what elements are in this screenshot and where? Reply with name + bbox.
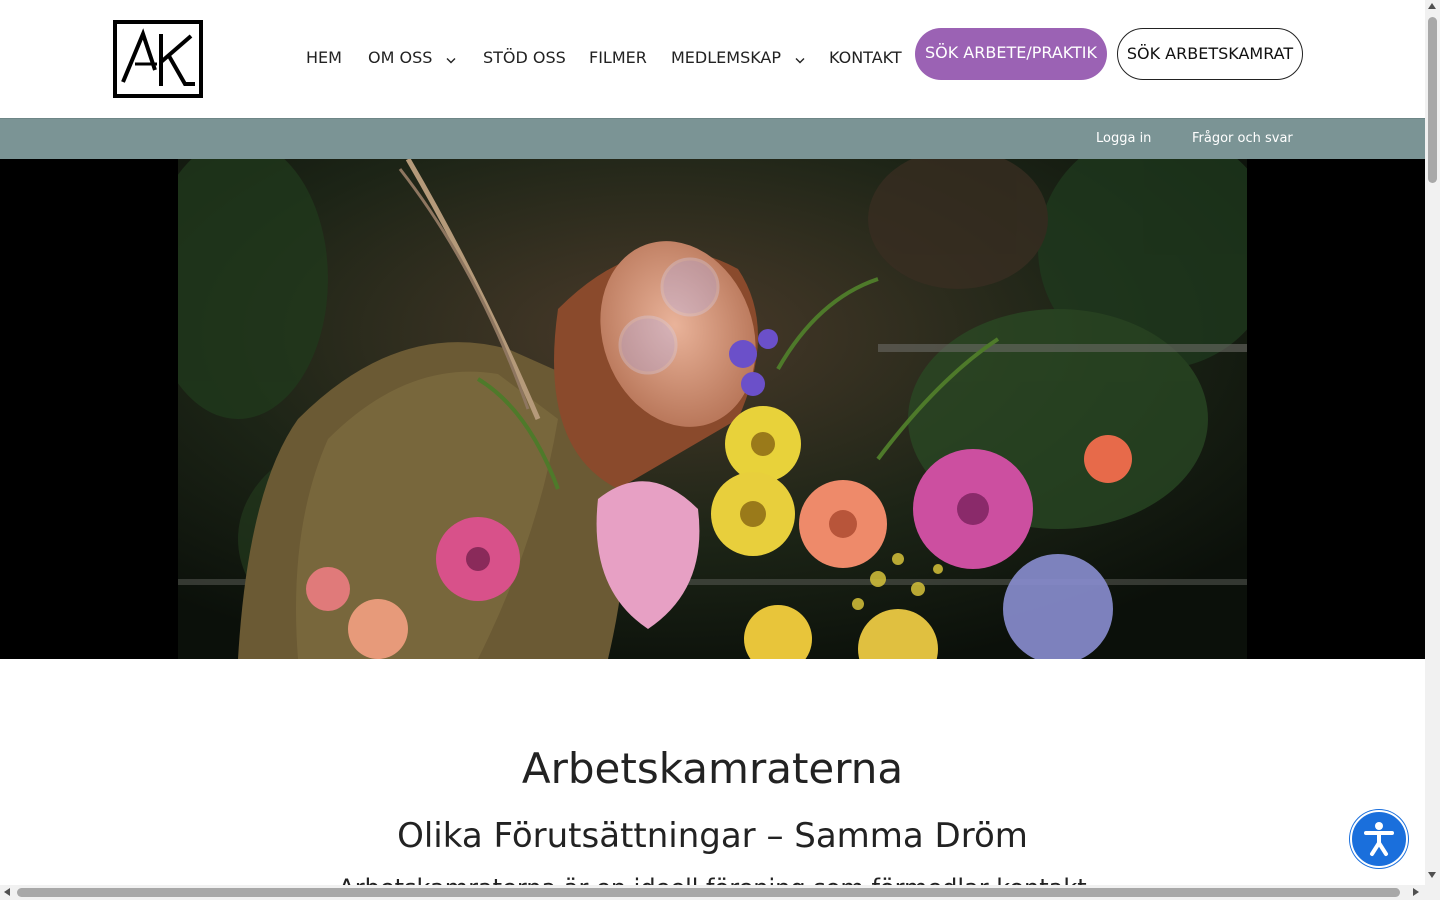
find-job-button-label: SÖK ARBETE/PRAKTIK [924, 43, 1098, 62]
login-link[interactable]: Logga in [1096, 131, 1151, 146]
site-header: HEM OM OSS STÖD OSS FILMER MEDLEMSKAP KO… [0, 0, 1425, 118]
accessibility-button[interactable] [1350, 810, 1408, 868]
scroll-up-arrow-icon[interactable] [1428, 3, 1436, 9]
secondary-bar: Logga in Frågor och svar [0, 118, 1425, 159]
hero-banner [0, 159, 1425, 659]
logo-mark-icon [113, 20, 203, 98]
horizontal-scrollbar[interactable] [0, 885, 1425, 900]
horizontal-scroll-thumb[interactable] [17, 888, 1400, 897]
nav-item-label: STÖD OSS [483, 48, 566, 67]
chevron-down-icon [446, 49, 456, 69]
vertical-scrollbar[interactable] [1425, 0, 1440, 900]
nav-item-filmer[interactable]: FILMER [589, 48, 647, 68]
scroll-down-arrow-icon[interactable] [1428, 872, 1436, 878]
chevron-down-icon [795, 49, 805, 69]
nav-item-om-oss[interactable]: OM OSS [368, 48, 456, 69]
nav-item-kontakt[interactable]: KONTAKT [829, 48, 902, 68]
hero-photo-icon [178, 159, 1247, 659]
nav-item-label: HEM [306, 48, 342, 67]
intro-section: Arbetskamraterna Olika Förutsättningar –… [0, 659, 1425, 900]
nav-item-hem[interactable]: HEM [306, 48, 342, 68]
nav-item-stod-oss[interactable]: STÖD OSS [483, 48, 566, 68]
scroll-right-arrow-icon[interactable] [1413, 888, 1419, 896]
find-coworker-button-label: SÖK ARBETSKAMRAT [1126, 44, 1294, 63]
vertical-scroll-thumb[interactable] [1428, 17, 1437, 183]
hero-photo [178, 159, 1247, 659]
nav-item-label: OM OSS [368, 48, 433, 67]
page-subtitle: Olika Förutsättningar – Samma Dröm [397, 816, 1028, 856]
site-logo[interactable] [113, 20, 203, 98]
nav-item-label: MEDLEMSKAP [671, 48, 782, 67]
nav-item-label: FILMER [589, 48, 647, 67]
find-coworker-button[interactable]: SÖK ARBETSKAMRAT [1117, 28, 1303, 80]
page-title: Arbetskamraterna [521, 744, 904, 793]
faq-link[interactable]: Frågor och svar [1192, 131, 1293, 146]
find-job-button[interactable]: SÖK ARBETE/PRAKTIK [915, 28, 1107, 80]
accessibility-icon [1364, 822, 1394, 856]
nav-item-medlemskap[interactable]: MEDLEMSKAP [671, 48, 805, 69]
nav-item-label: KONTAKT [829, 48, 902, 67]
scroll-left-arrow-icon[interactable] [4, 888, 10, 896]
